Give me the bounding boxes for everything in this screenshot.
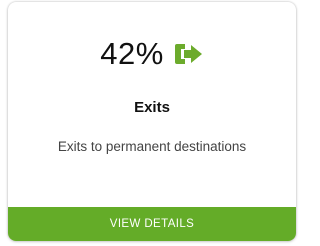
- exit-arrow-icon: [174, 43, 204, 65]
- exits-card: 42% Exits Exits to permanent destination…: [8, 2, 296, 241]
- card-description: Exits to permanent destinations: [57, 139, 247, 154]
- page: 42% Exits Exits to permanent destination…: [0, 0, 296, 246]
- stat-row: 42%: [8, 36, 296, 72]
- card-title: Exits: [134, 99, 170, 116]
- stat-value: 42%: [100, 36, 164, 71]
- view-details-button[interactable]: VIEW DETAILS: [8, 207, 296, 241]
